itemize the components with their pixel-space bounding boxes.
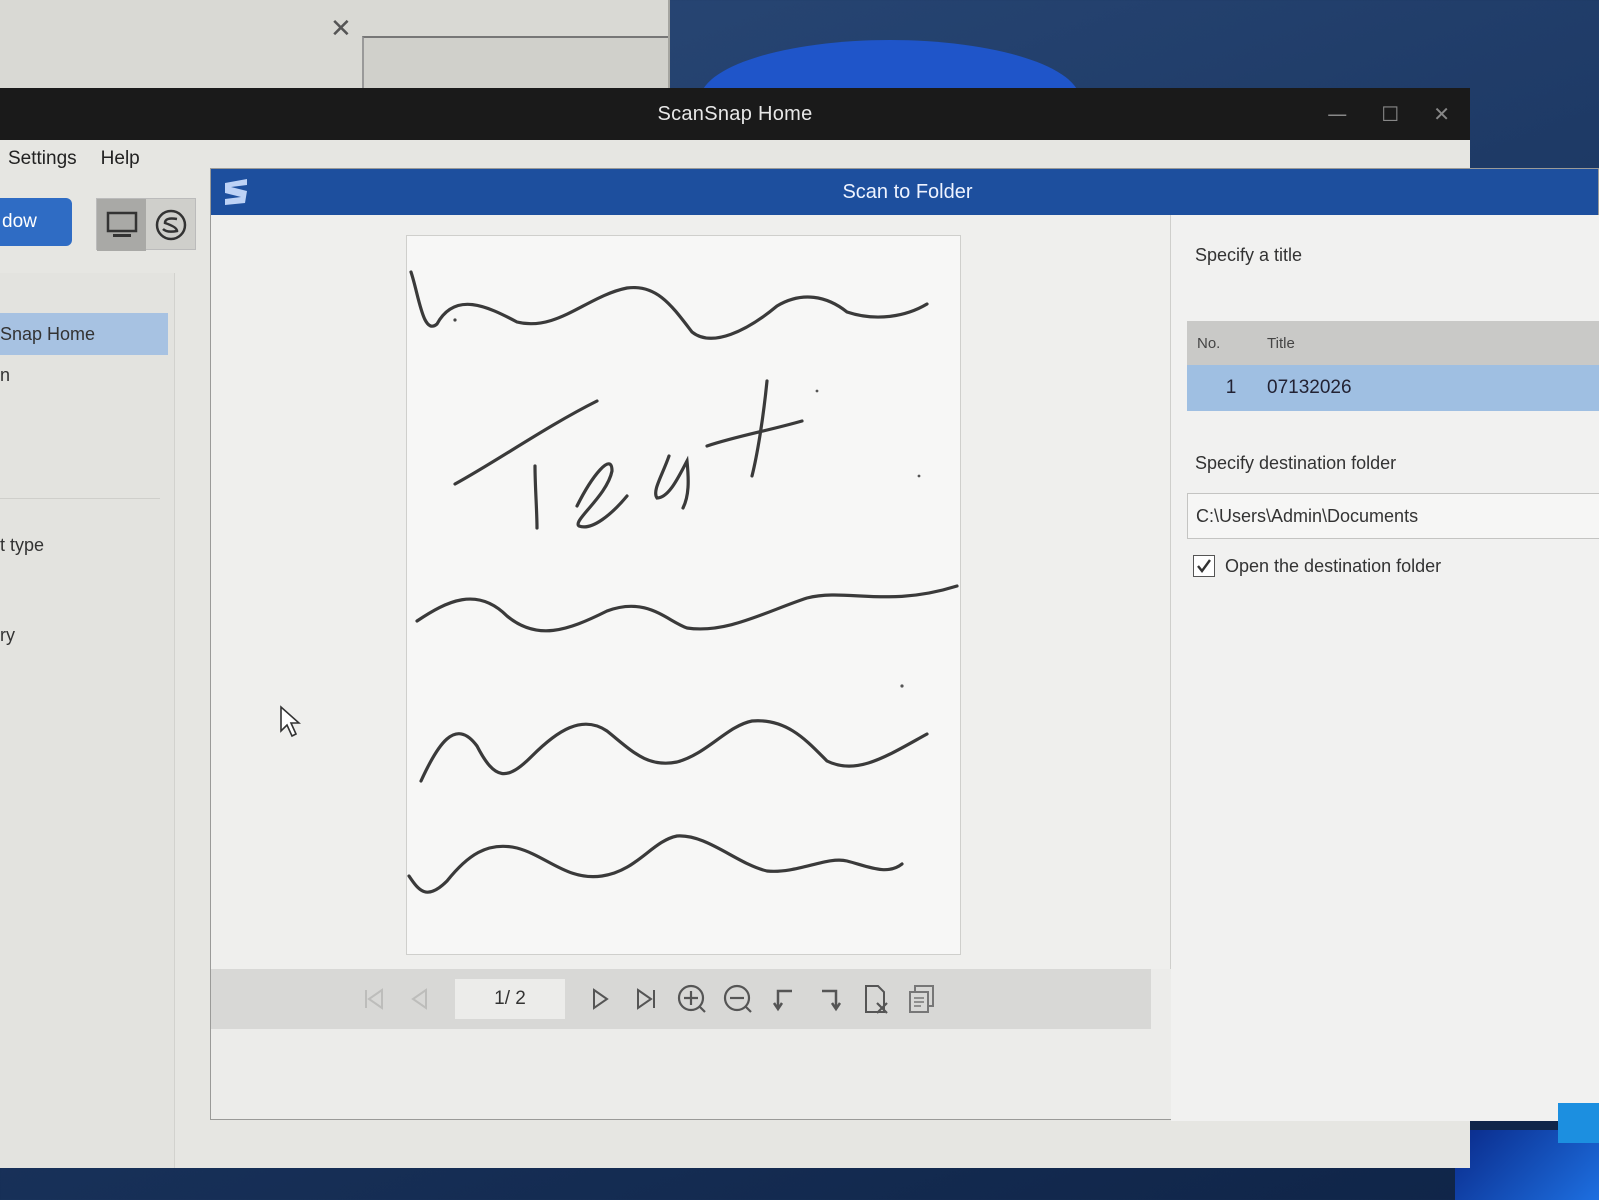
main-window-title: ScanSnap Home: [657, 102, 813, 125]
view-toggle-group: [96, 198, 196, 251]
column-header-no: No.: [1197, 334, 1221, 352]
main-toolbar: dow: [0, 198, 205, 268]
zoom-out-icon[interactable]: [715, 976, 761, 1022]
column-header-title: Title: [1267, 334, 1295, 352]
open-folder-option[interactable]: Open the destination folder: [1193, 555, 1441, 577]
menu-settings[interactable]: Settings: [8, 148, 77, 170]
background-window-pane: [362, 36, 668, 92]
specify-title-label: Specify a title: [1195, 245, 1303, 265]
close-icon[interactable]: ✕: [1433, 102, 1450, 126]
dialog-titlebar: Scan to Folder: [211, 169, 1598, 215]
scan-to-folder-dialog: Scan to Folder 1/ 2 Specify a title No. …: [210, 168, 1599, 1143]
dialog-title: Scan to Folder: [842, 180, 973, 203]
menu-help[interactable]: Help: [101, 148, 140, 170]
handwriting-image: [407, 270, 959, 894]
background-window: ✕: [0, 0, 670, 92]
last-page-icon[interactable]: [623, 976, 669, 1022]
scan-window-button[interactable]: dow: [0, 198, 72, 246]
settings-panel: Specify a title No. Title 1 07132026 Spe…: [1171, 215, 1599, 1143]
sidebar-item[interactable]: n: [0, 365, 10, 386]
sidebar-divider: [0, 498, 160, 499]
table-row[interactable]: 1 07132026: [1187, 365, 1599, 411]
page-indicator[interactable]: 1/ 2: [455, 979, 565, 1019]
scansnap-cloud-icon[interactable]: [146, 199, 195, 251]
row-title[interactable]: 07132026: [1267, 377, 1352, 399]
rotate-right-icon[interactable]: [807, 976, 853, 1022]
sidebar-item-document-type[interactable]: t type: [0, 535, 44, 556]
computer-icon[interactable]: [97, 199, 146, 251]
row-number: 1: [1225, 377, 1237, 398]
sidebar: Snap Home n t type ry: [0, 273, 175, 1168]
delete-page-icon[interactable]: [853, 976, 899, 1022]
title-table: No. Title 1 07132026: [1187, 321, 1599, 411]
copy-pages-icon[interactable]: [899, 976, 945, 1022]
sidebar-item-home[interactable]: Snap Home: [0, 313, 168, 355]
zoom-in-icon[interactable]: [669, 976, 715, 1022]
next-page-icon[interactable]: [577, 976, 623, 1022]
destination-folder-field[interactable]: C:\Users\Admin\Documents: [1187, 493, 1599, 539]
open-folder-checkbox[interactable]: [1193, 555, 1215, 577]
minimize-icon[interactable]: —: [1327, 102, 1347, 126]
window-controls: — ☐ ✕: [1327, 88, 1450, 140]
scanned-page-preview: [406, 235, 961, 955]
checkmark-icon: [1197, 559, 1211, 573]
mouse-cursor-icon: [279, 705, 302, 744]
main-titlebar: ScanSnap Home — ☐ ✕: [0, 88, 1470, 140]
first-page-icon[interactable]: [351, 976, 397, 1022]
sidebar-item[interactable]: ry: [0, 625, 15, 646]
dialog-action-button[interactable]: [1558, 1103, 1599, 1143]
maximize-icon[interactable]: ☐: [1381, 102, 1399, 126]
scan-preview-area: [211, 215, 1171, 969]
page-navigation-toolbar: 1/ 2: [211, 969, 1151, 1029]
destination-folder-label: Specify destination folder: [1195, 453, 1397, 473]
close-icon[interactable]: ✕: [330, 14, 352, 44]
table-header: No. Title: [1187, 321, 1599, 365]
open-folder-label: Open the destination folder: [1225, 555, 1442, 576]
rotate-left-icon[interactable]: [761, 976, 807, 1022]
previous-page-icon[interactable]: [397, 976, 443, 1022]
scansnap-logo-icon: [221, 177, 251, 207]
